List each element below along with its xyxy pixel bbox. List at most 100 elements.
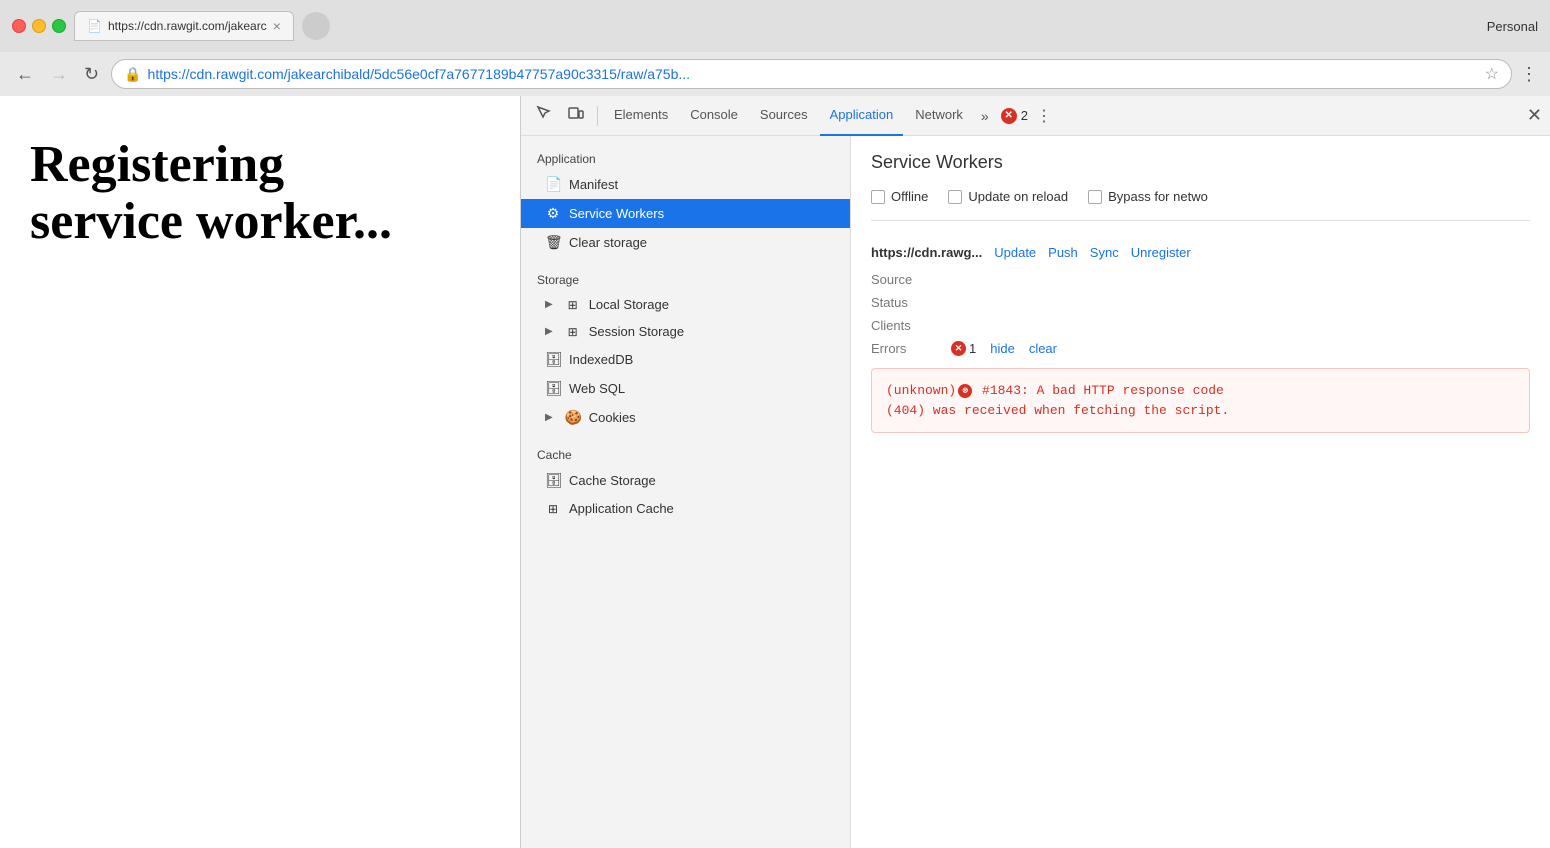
- profile-label: Personal: [1487, 19, 1538, 34]
- sidebar-section-storage: Storage: [521, 265, 850, 291]
- expand-icon: ▶: [545, 326, 553, 337]
- tab-elements[interactable]: Elements: [604, 96, 678, 136]
- sidebar-item-service-workers[interactable]: ⚙ Service Workers: [521, 199, 850, 228]
- sw-clear-link[interactable]: clear: [1029, 341, 1057, 356]
- url-text: https://cdn.rawgit.com/jakearchibald/5dc…: [148, 66, 1479, 82]
- session-storage-icon: ⊞: [565, 325, 581, 339]
- toolbar-separator: [597, 106, 598, 126]
- tab-application[interactable]: Application: [820, 96, 904, 136]
- devtools-panel: Elements Console Sources Application Net…: [520, 96, 1550, 848]
- expand-icon: ▶: [545, 299, 553, 310]
- tab-sources[interactable]: Sources: [750, 96, 818, 136]
- sw-entry: https://cdn.rawg... Update Push Sync Unr…: [871, 245, 1530, 433]
- sw-source-label: Source: [871, 272, 951, 287]
- browser-window: 📄 https://cdn.rawgit.com/jakearc × Perso…: [0, 0, 1550, 848]
- error-badge: ✕ 2: [1001, 108, 1028, 124]
- update-on-reload-checkbox[interactable]: [948, 190, 962, 204]
- error-circle-small-icon: ✕: [951, 341, 966, 356]
- sidebar-item-web-sql[interactable]: 🗄 Web SQL: [521, 374, 850, 403]
- new-tab-button[interactable]: [302, 12, 330, 40]
- more-tabs-button[interactable]: »: [975, 104, 995, 128]
- sidebar-item-cache-storage[interactable]: 🗄 Cache Storage: [521, 466, 850, 495]
- devtools-close-button[interactable]: ✕: [1527, 105, 1542, 126]
- clear-storage-icon: 🗑: [545, 234, 561, 251]
- error-count: 2: [1021, 108, 1028, 123]
- bypass-for-network-option[interactable]: Bypass for netwo: [1088, 189, 1208, 204]
- sw-clients-row: Clients: [871, 318, 1530, 333]
- url-bar: ← → ↻ 🔒 https://cdn.rawgit.com/jakearchi…: [0, 52, 1550, 96]
- sidebar-item-cookies[interactable]: ▶ 🍪 Cookies: [521, 403, 850, 432]
- sw-source-row: Source: [871, 272, 1530, 287]
- maximize-button[interactable]: [52, 19, 66, 33]
- tab-console[interactable]: Console: [680, 96, 748, 136]
- sw-error-message: (unknown)⊗(unknown)⊗ #1843: A bad HTTP r…: [886, 381, 1515, 420]
- page-icon: 📄: [87, 19, 102, 33]
- indexeddb-icon: 🗄: [545, 351, 561, 368]
- error-circle-icon: ✕: [1001, 108, 1017, 124]
- browser-tab[interactable]: 📄 https://cdn.rawgit.com/jakearc ×: [74, 11, 294, 41]
- device-toolbar-button[interactable]: [561, 100, 591, 131]
- sw-status-row: Status: [871, 295, 1530, 310]
- sidebar-item-session-storage[interactable]: ▶ ⊞ Session Storage: [521, 318, 850, 345]
- update-on-reload-option[interactable]: Update on reload: [948, 189, 1068, 204]
- sw-url: https://cdn.rawg...: [871, 245, 982, 260]
- sw-sync-link[interactable]: Sync: [1090, 245, 1119, 260]
- sw-clients-label: Clients: [871, 318, 951, 333]
- offline-option[interactable]: Offline: [871, 189, 928, 204]
- close-button[interactable]: [12, 19, 26, 33]
- sidebar-item-indexeddb[interactable]: 🗄 IndexedDB: [521, 345, 850, 374]
- page-content: Registering service worker...: [0, 96, 520, 848]
- expand-icon: ▶: [545, 412, 553, 423]
- sw-unregister-link[interactable]: Unregister: [1131, 245, 1191, 260]
- sw-push-link[interactable]: Push: [1048, 245, 1078, 260]
- sidebar-section-cache: Cache: [521, 440, 850, 466]
- service-workers-panel: Service Workers Offline Update on reload: [851, 136, 1550, 465]
- sw-status-label: Status: [871, 295, 951, 310]
- sw-error-badge: ✕ 1: [951, 341, 976, 356]
- devtools-toolbar: Elements Console Sources Application Net…: [521, 96, 1550, 136]
- sw-errors-row: Errors ✕ 1 hide clear: [871, 341, 1530, 356]
- sidebar-item-manifest[interactable]: 📄 Manifest: [521, 170, 850, 199]
- bypass-for-network-checkbox[interactable]: [1088, 190, 1102, 204]
- traffic-lights: [12, 19, 66, 33]
- sw-error-box: (unknown)⊗(unknown)⊗ #1843: A bad HTTP r…: [871, 368, 1530, 433]
- title-bar: 📄 https://cdn.rawgit.com/jakearc × Perso…: [0, 0, 1550, 52]
- offline-checkbox[interactable]: [871, 190, 885, 204]
- sw-hide-link[interactable]: hide: [990, 341, 1015, 356]
- sidebar-item-clear-storage[interactable]: 🗑 Clear storage: [521, 228, 850, 257]
- manifest-icon: 📄: [545, 176, 561, 193]
- devtools-sidebar: Application 📄 Manifest ⚙ Service Workers…: [521, 136, 851, 848]
- web-sql-icon: 🗄: [545, 380, 561, 397]
- service-workers-title: Service Workers: [871, 152, 1530, 173]
- sidebar-item-local-storage[interactable]: ▶ ⊞ Local Storage: [521, 291, 850, 318]
- sw-url-row: https://cdn.rawg... Update Push Sync Unr…: [871, 245, 1530, 260]
- cookies-icon: 🍪: [565, 409, 581, 426]
- sw-update-link[interactable]: Update: [994, 245, 1036, 260]
- sw-errors-label: Errors: [871, 341, 943, 356]
- more-options-icon[interactable]: ⋮: [1520, 64, 1538, 85]
- devtools-main-panel: Service Workers Offline Update on reload: [851, 136, 1550, 848]
- page-heading: Registering service worker...: [30, 136, 490, 250]
- devtools-body: Application 📄 Manifest ⚙ Service Workers…: [521, 136, 1550, 848]
- main-content: Registering service worker...: [0, 96, 1550, 848]
- tab-title: https://cdn.rawgit.com/jakearc: [108, 19, 267, 33]
- inspect-element-button[interactable]: [529, 100, 559, 131]
- minimize-button[interactable]: [32, 19, 46, 33]
- security-icon: 🔒: [124, 66, 141, 83]
- error-msg-icon: ⊗: [958, 384, 972, 398]
- sidebar-section-application: Application: [521, 144, 850, 170]
- sw-error-count: 1: [969, 341, 976, 356]
- forward-button[interactable]: →: [46, 60, 72, 89]
- devtools-more-button[interactable]: ⋮: [1030, 102, 1058, 130]
- bookmark-icon[interactable]: ☆: [1485, 64, 1499, 84]
- url-input[interactable]: 🔒 https://cdn.rawgit.com/jakearchibald/5…: [111, 59, 1512, 89]
- sw-details: Source Status Clients: [871, 272, 1530, 356]
- tab-close-button[interactable]: ×: [273, 18, 281, 34]
- sw-options: Offline Update on reload Bypass for netw…: [871, 189, 1530, 221]
- back-button[interactable]: ←: [12, 60, 38, 89]
- sidebar-item-application-cache[interactable]: ⊞ Application Cache: [521, 495, 850, 522]
- reload-button[interactable]: ↻: [80, 60, 103, 89]
- tab-bar: 📄 https://cdn.rawgit.com/jakearc ×: [74, 11, 1479, 41]
- local-storage-icon: ⊞: [565, 298, 581, 312]
- tab-network[interactable]: Network: [905, 96, 973, 136]
